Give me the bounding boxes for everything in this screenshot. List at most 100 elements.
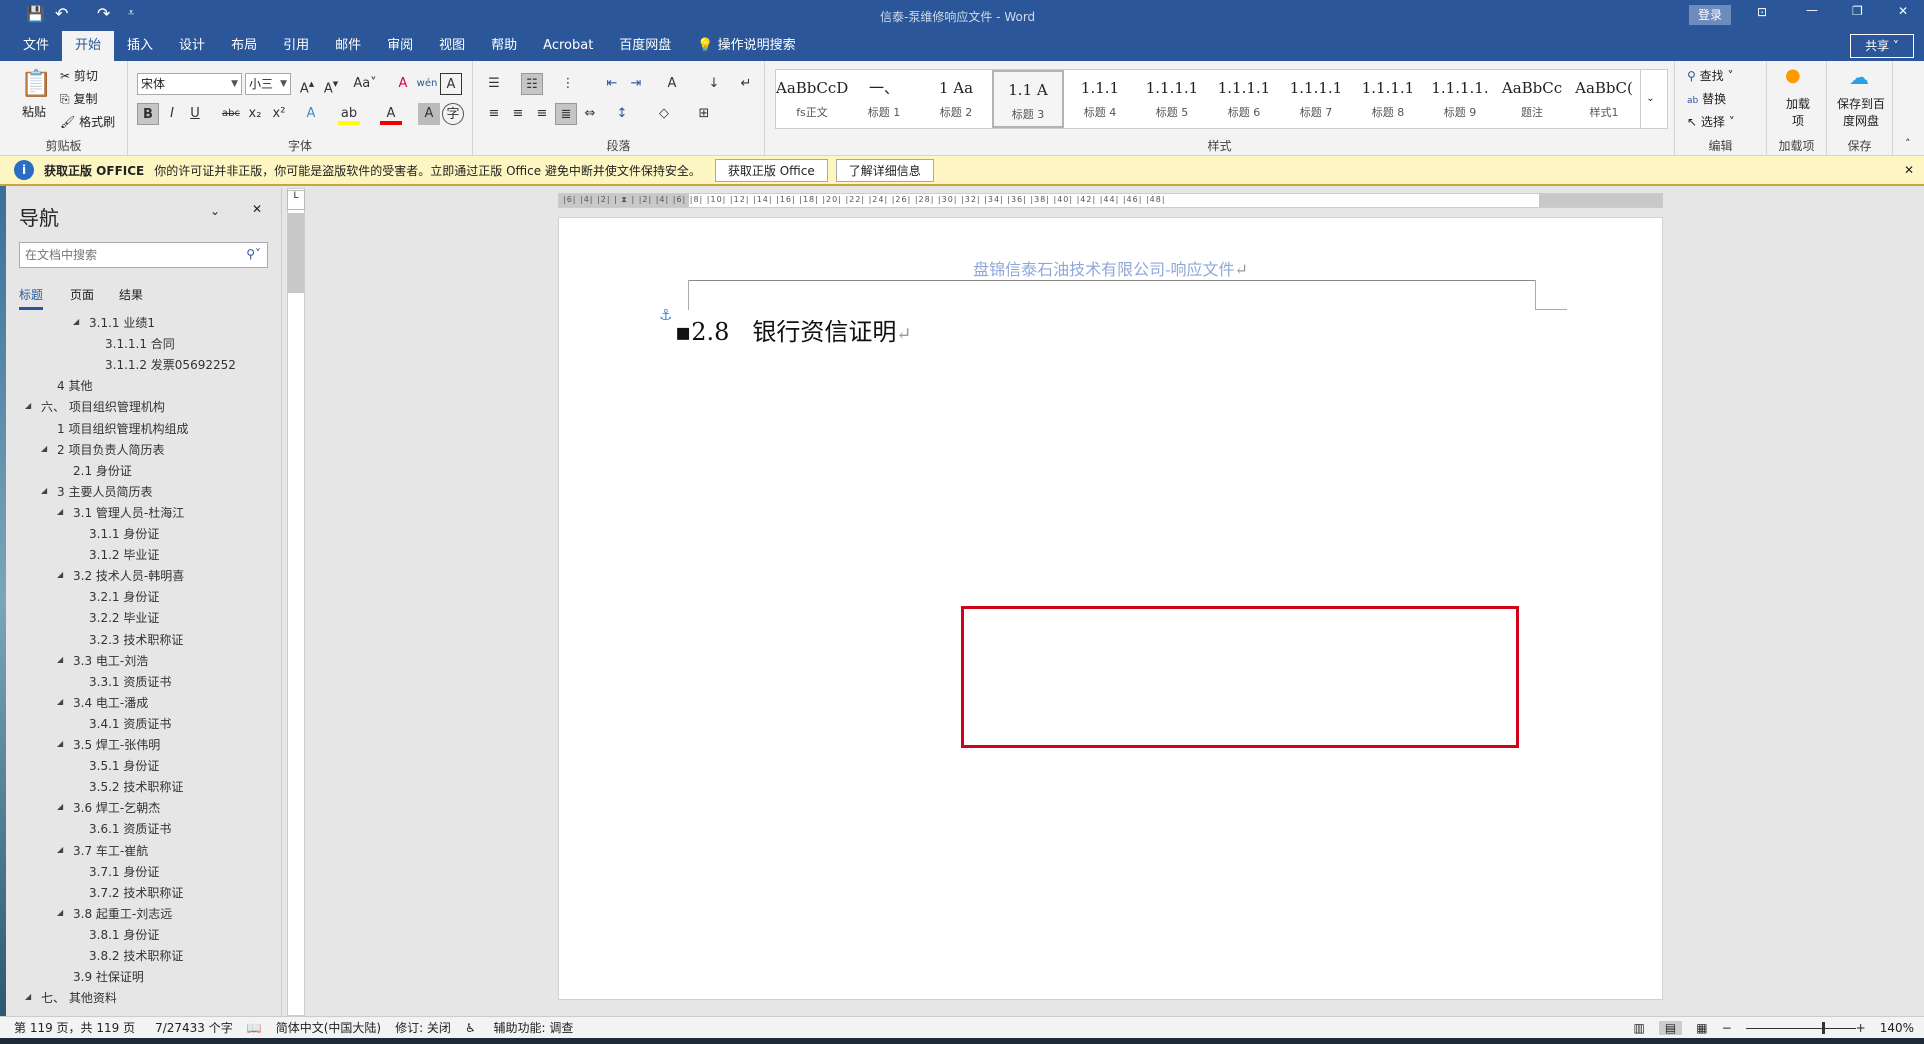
nav-heading-item[interactable]: 3.5.2 技术职称证 [89, 778, 183, 795]
customize-toolbar-icon[interactable]: ⩡ [128, 6, 134, 20]
style-3[interactable]: 1.1 A 标题 3 [992, 70, 1064, 128]
nav-heading-item[interactable]: 3.7.1 身份证 [89, 863, 159, 880]
multilevel-list-icon[interactable]: ⋮ [557, 73, 579, 95]
nav-heading-item[interactable]: 3.6.1 资质证书 [89, 820, 171, 837]
styles-more-icon[interactable]: ⌄ [1640, 70, 1660, 128]
nav-heading-item[interactable]: 2.1 身份证 [73, 462, 132, 479]
tab-file[interactable]: 文件 [10, 31, 62, 61]
collapse-triangle-icon[interactable]: ◢ [25, 401, 31, 410]
highlight-icon[interactable]: ab [338, 103, 360, 125]
style-8[interactable]: 1.1.1.1 标题 8 [1352, 70, 1424, 128]
nav-heading-item[interactable]: 3.2.2 毕业证 [89, 609, 159, 626]
addins-icon[interactable]: ● [1785, 65, 1801, 86]
nav-tab-pages[interactable]: 页面 [70, 286, 94, 303]
zoom-slider[interactable]: − + [1722, 1021, 1866, 1035]
collapse-triangle-icon[interactable]: ◢ [73, 317, 79, 326]
nav-heading-item[interactable]: 3.2.3 技术职称证 [89, 631, 183, 648]
vertical-ruler[interactable] [287, 188, 305, 1016]
get-genuine-button[interactable]: 获取正版 Office [714, 158, 828, 182]
collapse-triangle-icon[interactable]: ◢ [57, 697, 63, 706]
find-button[interactable]: ⚲ 查找 ˅ [1687, 67, 1733, 84]
document-page[interactable]: 盘锦信泰石油技术有限公司-响应文件↵ ⚓ ▪2.8 银行资信证明↵ [558, 217, 1663, 1000]
increase-indent-icon[interactable]: ⇥ [625, 73, 647, 95]
nav-heading-item[interactable]: 3.8.1 身份证 [89, 926, 159, 943]
nav-heading-item[interactable]: 3.1 管理人员-杜海江 [73, 504, 184, 521]
cut-button[interactable]: ✂ 剪切 [60, 67, 98, 84]
nav-heading-item[interactable]: 3.3.1 资质证书 [89, 673, 171, 690]
style-0[interactable]: AaBbCcDdI fs正文 [776, 70, 848, 128]
distributed-icon[interactable]: ⇔ [579, 103, 601, 125]
nav-close-icon[interactable]: ✕ [252, 202, 262, 216]
save-icon[interactable]: 💾 [26, 5, 45, 23]
phonetic-guide-icon[interactable]: wén [416, 73, 438, 95]
underline-icon[interactable]: U [184, 103, 206, 125]
select-button[interactable]: ↖ 选择 ˅ [1687, 113, 1735, 130]
style-9[interactable]: 1.1.1.1. 标题 9 [1424, 70, 1496, 128]
font-size-select[interactable]: 小三 ▼ [245, 73, 291, 95]
tab-layout[interactable]: 布局 [218, 31, 270, 61]
print-layout-icon[interactable]: ▤ [1658, 1020, 1683, 1035]
track-changes[interactable]: 修订: 关闭 [395, 1019, 451, 1036]
search-icon[interactable]: ⚲˅ [246, 247, 261, 261]
nav-heading-item[interactable]: 3.4 电工-潘成 [73, 694, 148, 711]
tab-home[interactable]: 开始 [62, 31, 115, 61]
format-painter-button[interactable]: 🖌 格式刷 [60, 113, 115, 130]
nav-heading-item[interactable]: 3.6 焊工-乞朝杰 [73, 799, 160, 816]
subscript-icon[interactable]: x₂ [244, 103, 266, 125]
learn-more-button[interactable]: 了解详细信息 [835, 158, 934, 182]
close-message-icon[interactable]: ✕ [1904, 163, 1914, 177]
decrease-indent-icon[interactable]: ⇤ [601, 73, 623, 95]
collapse-ribbon-icon[interactable]: ˄ [1905, 137, 1911, 150]
nav-heading-item[interactable]: 3.1.1 业绩1 [89, 314, 155, 331]
accessibility-status[interactable]: ♿ 辅助功能: 调查 [465, 1019, 573, 1036]
align-left-icon[interactable]: ≡ [483, 103, 505, 125]
collapse-triangle-icon[interactable]: ◢ [57, 845, 63, 854]
tab-insert[interactable]: 插入 [114, 31, 166, 61]
horizontal-ruler[interactable]: |6| |4| |2| | ⧗ | |2| |4| |6| |8| |10| |… [558, 193, 1663, 208]
align-right-icon[interactable]: ≡ [531, 103, 553, 125]
nav-heading-item[interactable]: 3.5 焊工-张伟明 [73, 736, 160, 753]
read-mode-icon[interactable]: ▥ [1634, 1021, 1645, 1035]
nav-heading-item[interactable]: 3 主要人员简历表 [57, 483, 152, 500]
paste-button[interactable]: 粘贴 [22, 103, 46, 120]
redo-icon[interactable]: ↷ [97, 4, 110, 23]
nav-heading-item[interactable]: 七、 其他资料 [41, 989, 117, 1006]
nav-heading-item[interactable]: 3.2.1 身份证 [89, 588, 159, 605]
style-6[interactable]: 1.1.1.1 标题 6 [1208, 70, 1280, 128]
tab-mailings[interactable]: 邮件 [322, 31, 374, 61]
align-center-icon[interactable]: ≡ [507, 103, 529, 125]
collapse-triangle-icon[interactable]: ◢ [57, 802, 63, 811]
nav-heading-item[interactable]: 3.1.1.2 发票05692252 [105, 356, 236, 373]
nav-heading-item[interactable]: 3.5.1 身份证 [89, 757, 159, 774]
collapse-triangle-icon[interactable]: ◢ [41, 486, 47, 495]
login-button[interactable]: 登录 [1689, 5, 1731, 25]
style-1[interactable]: 一、 标题 1 [848, 70, 920, 128]
nav-tab-results[interactable]: 结果 [119, 286, 143, 303]
show-marks-icon[interactable]: ↵ [735, 73, 757, 95]
tab-help[interactable]: 帮助 [478, 31, 530, 61]
nav-heading-item[interactable]: 3.4.1 资质证书 [89, 715, 171, 732]
tab-design[interactable]: 设计 [166, 31, 218, 61]
char-scaling-icon[interactable]: A [661, 73, 683, 95]
page-count[interactable]: 第 119 页，共 119 页 [14, 1019, 135, 1036]
numbering-icon[interactable]: ☷ [521, 73, 543, 95]
web-layout-icon[interactable]: ▦ [1696, 1021, 1707, 1035]
nav-heading-item[interactable]: 3.9 社保证明 [73, 968, 144, 985]
style-5[interactable]: 1.1.1.1 标题 5 [1136, 70, 1208, 128]
grow-font-icon[interactable]: A▴ [296, 73, 318, 96]
borders-icon[interactable]: ⊞ [693, 103, 715, 125]
change-case-icon[interactable]: Aa˅ [350, 73, 380, 95]
char-border-icon[interactable]: A [440, 73, 462, 95]
nav-tab-headings[interactable]: 标题 [19, 286, 44, 310]
word-count[interactable]: 7/27433 个字 [155, 1019, 233, 1036]
paste-icon[interactable]: 📋 [20, 69, 52, 99]
copy-button[interactable]: ⎘ 复制 [60, 90, 97, 107]
collapse-triangle-icon[interactable]: ◢ [57, 908, 63, 917]
line-spacing-icon[interactable]: ↕ [611, 103, 633, 125]
nav-heading-item[interactable]: 3.1.2 毕业证 [89, 546, 159, 563]
undo-icon[interactable]: ↶ [55, 4, 68, 23]
language[interactable]: 简体中文(中国大陆) [276, 1019, 381, 1036]
char-shading-icon[interactable]: A [418, 103, 440, 125]
style-2[interactable]: 1 Aa 标题 2 [920, 70, 992, 128]
minimize-icon[interactable]: — [1806, 3, 1818, 17]
